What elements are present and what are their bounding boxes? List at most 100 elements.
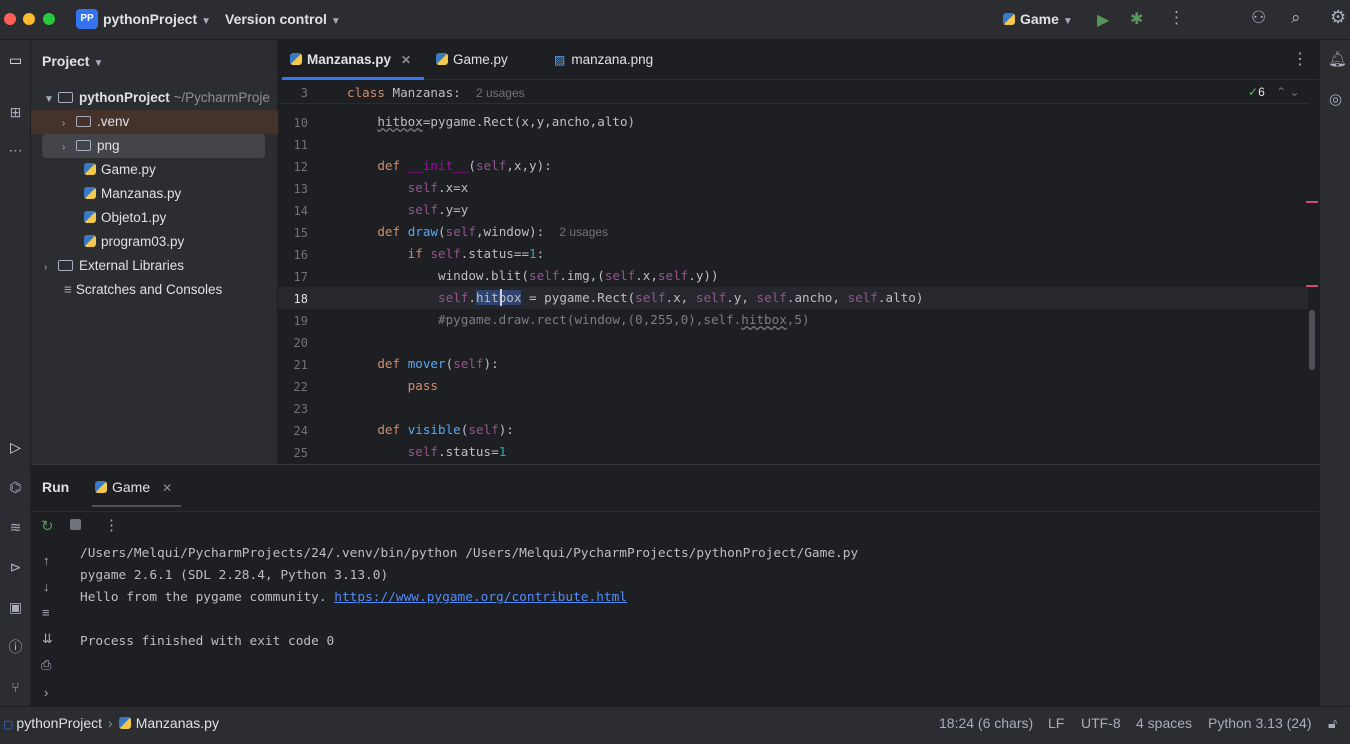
keyword: class: [347, 85, 385, 100]
console-link[interactable]: https://www.pygame.org/contribute.html: [334, 590, 627, 605]
chevron-down-icon: ▼: [1062, 16, 1073, 27]
tab-manzanas[interactable]: Manzanas.py ✕: [290, 40, 411, 80]
tree-item-game[interactable]: Game.py: [84, 158, 156, 182]
services-icon[interactable]: ⊳: [0, 555, 31, 579]
lock-icon[interactable]: 🔓︎: [1328, 715, 1337, 732]
problems-icon[interactable]: ⓘ: [0, 635, 31, 659]
more-actions-icon[interactable]: ⋮: [1168, 8, 1185, 28]
run-tab-game[interactable]: Game ✕: [95, 479, 172, 495]
code-line[interactable]: def draw(self,window): 2 usages: [347, 224, 608, 239]
tree-item-manzanas[interactable]: Manzanas.py: [84, 182, 181, 206]
chevron-down-icon[interactable]: ⌄: [1290, 85, 1300, 99]
run-icon[interactable]: ▶: [1097, 10, 1109, 30]
more-icon[interactable]: ⋮: [104, 516, 119, 534]
line-number: 11: [293, 138, 308, 152]
project-switcher[interactable]: pythonProject ▼: [103, 11, 211, 27]
inspection-widget[interactable]: ✓6 ⌃ ⌄: [1248, 85, 1300, 99]
caret-position[interactable]: 18:24 (6 chars): [939, 715, 1033, 731]
code-line[interactable]: window.blit(self.img,(self.x,self.y)): [347, 268, 719, 283]
settings-gear-icon[interactable]: ⚙: [1330, 7, 1346, 28]
git-icon[interactable]: ⑂: [0, 675, 31, 699]
python-file-icon: [84, 187, 96, 199]
python-packages-icon[interactable]: ≋: [0, 515, 31, 539]
run-tool-icon[interactable]: ▷: [0, 435, 31, 459]
editor-scrollbar-thumb[interactable]: [1309, 310, 1315, 370]
breadcrumb-file[interactable]: Manzanas.py: [136, 715, 219, 731]
line-number: 15: [293, 226, 308, 240]
python-interpreter[interactable]: Python 3.13 (24): [1208, 715, 1312, 731]
tree-item-png[interactable]: › png: [42, 134, 265, 158]
python-console-icon[interactable]: ⌬: [0, 475, 31, 499]
scroll-down-icon[interactable]: ↓: [43, 579, 50, 594]
tree-item-objeto1[interactable]: Objeto1.py: [84, 206, 166, 230]
stop-icon[interactable]: [70, 519, 81, 530]
tabs-more-icon[interactable]: ⋮: [1292, 49, 1308, 69]
chevron-right-icon: ›: [108, 715, 113, 731]
code-line[interactable]: if self.status==1:: [347, 246, 545, 261]
chevron-up-icon[interactable]: ⌃: [1276, 85, 1286, 99]
tab-game[interactable]: Game.py: [436, 40, 508, 80]
ai-assistant-icon[interactable]: ◎: [1329, 90, 1342, 108]
tree-item-label: program03.py: [101, 234, 185, 249]
run-config-name: Game: [1020, 11, 1059, 27]
line-separator[interactable]: LF: [1048, 715, 1064, 731]
code-line[interactable]: def __init__(self,x,y):: [347, 158, 551, 173]
vcs-menu[interactable]: Version control ▼: [225, 11, 341, 27]
usages-hint[interactable]: 2 usages: [476, 86, 525, 100]
more-tools-icon[interactable]: ⋯: [0, 138, 31, 162]
project-name: pythonProject: [103, 11, 198, 27]
module-icon: ▢: [3, 719, 14, 731]
code-line[interactable]: pass: [347, 378, 438, 393]
structure-tool-icon[interactable]: ⊞: [0, 100, 31, 124]
usages-hint[interactable]: 2 usages: [559, 225, 608, 239]
search-icon[interactable]: ⌕: [1291, 8, 1301, 28]
tab-manzana-png[interactable]: ▨ manzana.png: [554, 40, 653, 80]
code-line[interactable]: hitbox=pygame.Rect(x,y,ancho,alto): [347, 114, 635, 129]
project-panel-header[interactable]: Project ▼: [42, 53, 103, 69]
tree-item-scratches[interactable]: ≡ Scratches and Consoles: [64, 278, 222, 302]
project-badge[interactable]: PP: [76, 9, 98, 29]
zoom-window-button[interactable]: [43, 13, 55, 25]
debug-icon[interactable]: ✱: [1130, 9, 1143, 29]
python-file-icon: [436, 53, 448, 65]
tree-item-program03[interactable]: program03.py: [84, 230, 184, 254]
code-line-comment[interactable]: #pygame.draw.rect(window,(0,255,0),self.…: [347, 312, 810, 327]
tree-root[interactable]: ▼ pythonProject ~/PycharmProje: [31, 86, 278, 110]
expand-icon[interactable]: ›: [44, 685, 48, 700]
status-bar: ▢ pythonProject › Manzanas.py 18:24 (6 char…: [0, 706, 1350, 744]
code-line[interactable]: self.x=x: [347, 180, 469, 195]
code-line[interactable]: self.status=1: [347, 444, 507, 459]
collapse-arrow-icon: ›: [62, 118, 66, 129]
collapse-arrow-icon: ›: [62, 142, 66, 153]
scroll-up-icon[interactable]: ↑: [43, 553, 50, 568]
code-line-current[interactable]: self.hitbox = pygame.Rect(self.x, self.y…: [347, 290, 923, 305]
sticky-class-line[interactable]: class Manzanas: 2 usages: [347, 85, 525, 100]
project-tool-icon[interactable]: ▭: [0, 48, 31, 72]
indent-setting[interactable]: 4 spaces: [1136, 715, 1192, 731]
rerun-icon[interactable]: ↻: [41, 517, 54, 535]
run-tab-underline: [92, 505, 181, 507]
code-line[interactable]: def mover(self):: [347, 356, 498, 371]
close-tab-icon[interactable]: ✕: [162, 481, 172, 495]
soft-wrap-icon[interactable]: ≡: [42, 605, 50, 620]
code-with-me-icon[interactable]: ⚇: [1251, 8, 1266, 28]
close-window-button[interactable]: [4, 13, 16, 25]
tree-item-label: .venv: [97, 114, 130, 129]
notifications-bell-icon[interactable]: 🔔︎: [1328, 50, 1347, 68]
close-tab-icon[interactable]: ✕: [401, 53, 411, 67]
code-line[interactable]: def visible(self):: [347, 422, 514, 437]
terminal-icon[interactable]: ▣: [0, 595, 31, 619]
file-encoding[interactable]: UTF-8: [1081, 715, 1121, 731]
breadcrumb-project[interactable]: pythonProject: [16, 715, 102, 731]
tree-item-venv[interactable]: › .venv: [31, 110, 278, 134]
print-icon[interactable]: ⎙: [41, 657, 51, 673]
vcs-label: Version control: [225, 11, 327, 27]
scroll-to-end-icon[interactable]: ⇊: [42, 631, 53, 647]
error-marker[interactable]: [1306, 285, 1318, 287]
line-number: 14: [293, 204, 308, 218]
run-config-selector[interactable]: Game ▼: [1003, 11, 1073, 27]
tree-item-external-libraries[interactable]: › External Libraries: [44, 254, 184, 278]
minimize-window-button[interactable]: [23, 13, 35, 25]
error-marker[interactable]: [1306, 201, 1318, 203]
code-line[interactable]: self.y=y: [347, 202, 469, 217]
